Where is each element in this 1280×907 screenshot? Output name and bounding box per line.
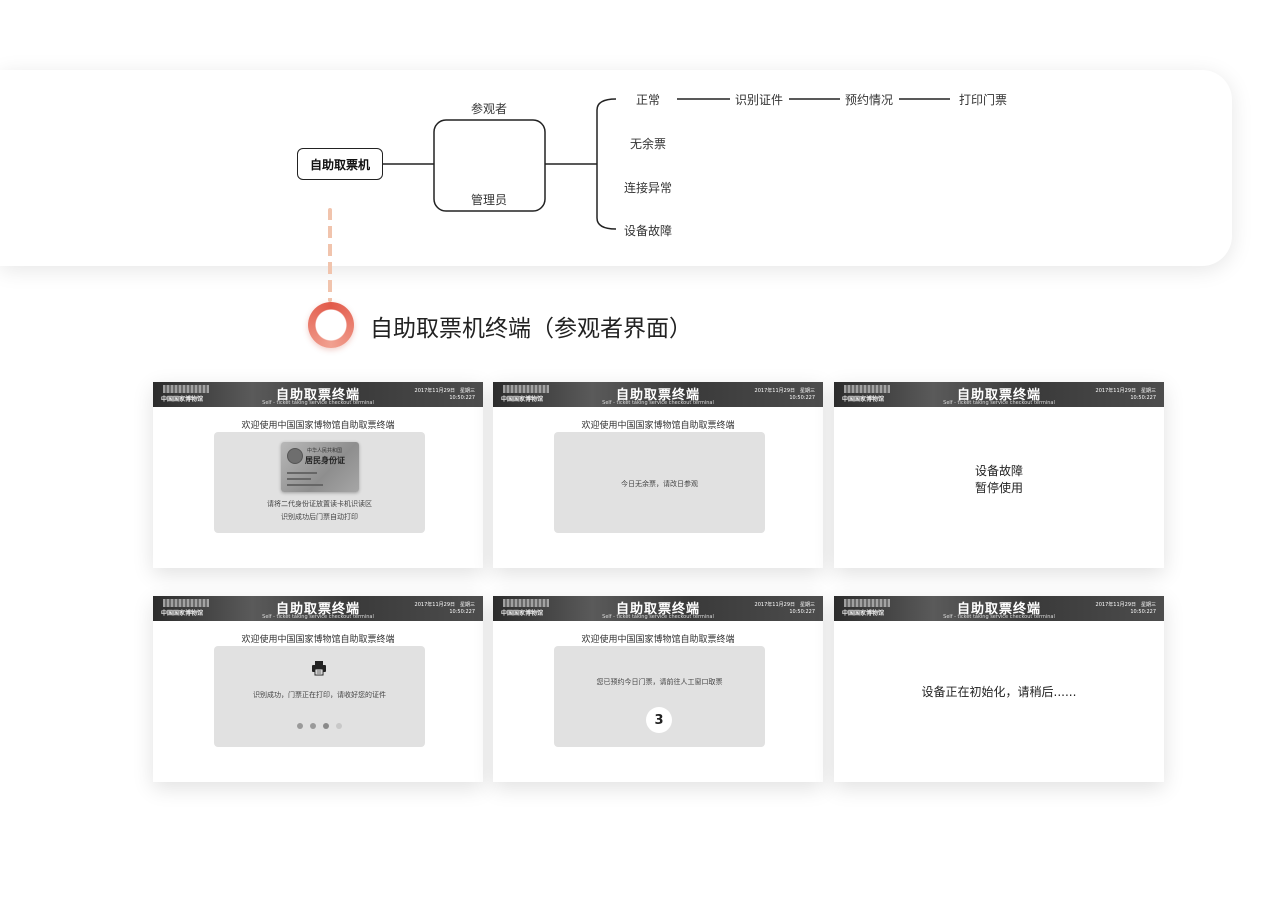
screen-header: 中国国家博物馆 自助取票终端 Self - ticket taking serv… xyxy=(834,382,1164,407)
header-datetime: 2017年11月29日 星期三 10:50:227 xyxy=(754,388,815,401)
welcome-text: 欢迎使用中国国家博物馆自助取票终端 xyxy=(241,635,395,645)
screen-header: 中国国家博物馆 自助取票终端 Self - ticket taking serv… xyxy=(153,382,483,407)
id-card-image: 中华人民共和国 居民身份证 xyxy=(281,442,359,492)
role-admin: 管理员 xyxy=(471,193,508,207)
step-identify-id: 识别证件 xyxy=(735,93,784,107)
branch-connection-error: 连接异常 xyxy=(624,181,673,195)
screen-no-ticket: 中国国家博物馆 自助取票终端 Self - ticket taking serv… xyxy=(493,382,823,568)
progress-dot xyxy=(310,723,316,729)
branch-normal: 正常 xyxy=(636,93,661,107)
progress-dot xyxy=(336,723,342,729)
role-visitor: 参观者 xyxy=(471,102,508,116)
header-datetime: 2017年11月29日 星期三 10:50:227 xyxy=(414,388,475,401)
step-reservation: 预约情况 xyxy=(845,93,894,107)
section-marker-ring xyxy=(308,302,354,348)
screen-scan-id: 中国国家博物馆 自助取票终端 Self - ticket taking serv… xyxy=(153,382,483,568)
header-datetime: 2017年11月29日 星期三 10:50:227 xyxy=(1095,602,1156,615)
message-panel: 识别成功，门票正在打印，请收好您的证件 xyxy=(214,646,425,747)
branch-no-ticket: 无余票 xyxy=(630,137,667,151)
screen-header: 中国国家博物馆 自助取票终端 Self - ticket taking serv… xyxy=(493,596,823,621)
screen-initializing: 中国国家博物馆 自助取票终端 Self - ticket taking serv… xyxy=(834,596,1164,782)
printing-message: 识别成功，门票正在打印，请收好您的证件 xyxy=(253,691,386,699)
branch-device-fault: 设备故障 xyxy=(624,224,673,238)
message-panel: 今日无余票，请改日参观 xyxy=(554,432,765,533)
screen-header: 中国国家博物馆 自助取票终端 Self - ticket taking serv… xyxy=(834,596,1164,621)
flow-root-node: 自助取票机 xyxy=(297,148,383,180)
screen-header: 中国国家博物馆 自助取票终端 Self - ticket taking serv… xyxy=(493,382,823,407)
header-datetime: 2017年11月29日 星期三 10:50:227 xyxy=(1095,388,1156,401)
printer-icon xyxy=(312,661,326,676)
welcome-text: 欢迎使用中国国家博物馆自助取票终端 xyxy=(581,635,735,645)
booked-message: 您已预约今日门票，请前往人工窗口取票 xyxy=(596,678,723,686)
scan-instruction-1: 请将二代身份证放置读卡机识读区 xyxy=(267,500,372,508)
progress-dot xyxy=(297,723,303,729)
header-datetime: 2017年11月29日 星期三 10:50:227 xyxy=(754,602,815,615)
fault-message-2: 暂停使用 xyxy=(974,481,1023,495)
national-emblem-icon xyxy=(287,448,303,464)
screen-printing: 中国国家博物馆 自助取票终端 Self - ticket taking serv… xyxy=(153,596,483,782)
welcome-text: 欢迎使用中国国家博物馆自助取票终端 xyxy=(581,421,735,431)
countdown-badge: 3 xyxy=(646,707,672,733)
header-datetime: 2017年11月29日 星期三 10:50:227 xyxy=(414,602,475,615)
scan-instruction-2: 识别成功后门票自动打印 xyxy=(281,513,358,521)
fault-message-1: 设备故障 xyxy=(974,464,1023,478)
init-message: 设备正在初始化，请稍后...... xyxy=(921,685,1077,699)
step-print-ticket: 打印门票 xyxy=(959,93,1008,107)
dashed-connector xyxy=(328,208,332,302)
welcome-text: 欢迎使用中国国家博物馆自助取票终端 xyxy=(241,421,395,431)
progress-dot xyxy=(323,723,329,729)
screen-device-fault: 中国国家博物馆 自助取票终端 Self - ticket taking serv… xyxy=(834,382,1164,568)
screen-header: 中国国家博物馆 自助取票终端 Self - ticket taking serv… xyxy=(153,596,483,621)
section-title: 自助取票机终端（参观者界面） xyxy=(370,316,692,342)
screen-booked: 中国国家博物馆 自助取票终端 Self - ticket taking serv… xyxy=(493,596,823,782)
message-panel: 中华人民共和国 居民身份证 请将二代身份证放置读卡机识读区 识别成功后门票自动打… xyxy=(214,432,425,533)
message-panel: 您已预约今日门票，请前往人工窗口取票 3 xyxy=(554,646,765,747)
no-ticket-message: 今日无余票，请改日参观 xyxy=(621,480,698,488)
